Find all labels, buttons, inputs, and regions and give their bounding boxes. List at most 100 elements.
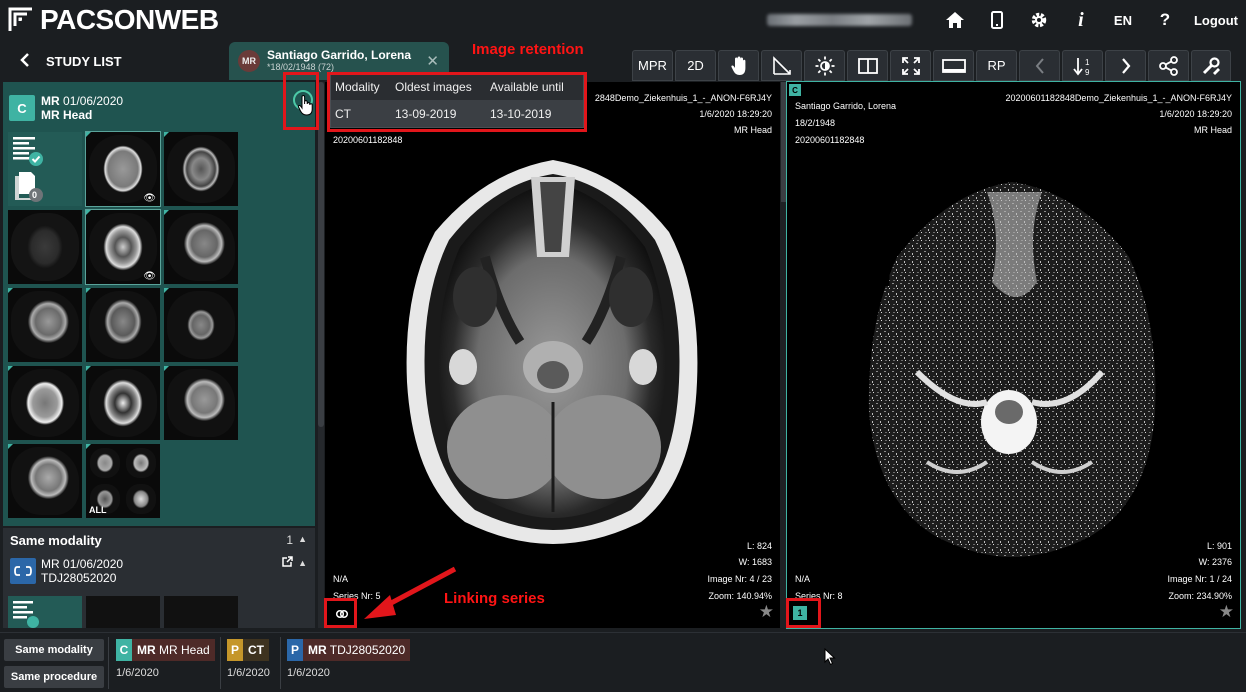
close-tab-icon[interactable]: ✕ (426, 52, 439, 70)
series-thumbnail[interactable]: 👁 (85, 131, 161, 207)
mobile-icon[interactable] (976, 0, 1018, 40)
chip-text: MR TDJ28052020 (303, 643, 410, 657)
logo-mark-icon (8, 7, 32, 31)
same-modality-count: 1 (286, 533, 293, 547)
annotation-box-clock (283, 72, 319, 130)
logout-link[interactable]: Logout (1194, 13, 1238, 28)
collapse-caret-icon[interactable]: ▲ (298, 534, 307, 544)
help-icon[interactable]: ? (1144, 0, 1186, 40)
chip-badge: C (116, 639, 132, 661)
contrast-icon[interactable] (804, 50, 845, 81)
fullscreen-icon[interactable] (890, 50, 931, 81)
logo[interactable]: PACSONWEB (6, 4, 219, 36)
study-list-back-button[interactable]: STUDY LIST (0, 42, 228, 80)
chip-badge: P (287, 639, 303, 661)
overlay-level: L: 824 (746, 541, 772, 551)
study-chip[interactable]: P CT (227, 639, 269, 661)
svg-text:1: 1 (1085, 58, 1090, 67)
favorite-star-icon[interactable]: ★ (759, 602, 774, 622)
gear-icon[interactable] (1018, 0, 1060, 40)
pan-hand-icon[interactable] (718, 50, 759, 81)
linked-study-icon (10, 558, 36, 584)
series-thumbnail[interactable] (86, 596, 160, 628)
series-thumbnail[interactable] (8, 288, 82, 362)
study-chip[interactable]: P MR TDJ28052020 (287, 639, 411, 661)
favorite-star-icon[interactable]: ★ (1219, 602, 1234, 622)
tools-icon[interactable] (1191, 50, 1231, 81)
study-chip[interactable]: C MR MR Head (116, 639, 215, 661)
2d-button[interactable]: 2D (675, 50, 716, 81)
same-procedure-button[interactable]: Same procedure (4, 666, 104, 688)
overlay-window: W: 2376 (1198, 557, 1232, 567)
mri-image-axial (406, 160, 698, 544)
chevron-right-icon[interactable] (1105, 50, 1146, 81)
series-thumbnail[interactable] (164, 288, 238, 362)
measure-tool-icon[interactable] (761, 50, 802, 81)
overlay-study-desc: MR Head (733, 125, 772, 135)
logo-text: PACSONWEB (40, 4, 219, 35)
series-thumbnail[interactable]: 👁 (85, 209, 161, 285)
study-date: 01/06/2020 (63, 94, 124, 108)
chevron-left-icon (20, 50, 40, 73)
divider (108, 637, 109, 689)
bottom-bar: Same modality Same procedure C MR MR Hea… (0, 632, 1246, 692)
viewport-current-badge: C (789, 84, 801, 96)
overlay-patient-id: 20200601182848Demo_Ziekenhuis_1_-_ANON-F… (1005, 93, 1232, 103)
series-thumbnail[interactable] (164, 210, 238, 284)
study-header[interactable]: C MR 01/06/2020 MR Head (3, 82, 315, 130)
annotation-arrow-icon (364, 566, 457, 619)
overlay-window: W: 1683 (738, 557, 772, 567)
language-selector[interactable]: EN (1102, 13, 1144, 28)
related-study-modality-date: MR 01/06/2020 (41, 557, 123, 571)
eye-icon: 👁 (143, 193, 156, 204)
series-thumbnail[interactable] (8, 366, 82, 440)
mpr-button[interactable]: MPR (632, 50, 673, 81)
related-report-cell[interactable] (8, 596, 82, 628)
viewport-left[interactable]: 2848Demo_Ziekenhuis_1_-_ANON-F6RJ4Y 1/6/… (325, 82, 780, 628)
collapse-caret-icon[interactable]: ▲ (298, 558, 307, 568)
chip-modality: MR (137, 643, 156, 657)
chip-desc: MR Head (159, 643, 210, 657)
study-panel: C MR 01/06/2020 MR Head 0 👁 👁 ALL (3, 82, 315, 526)
viewer-toolbar: MPR 2D RP 19 (632, 50, 1233, 81)
sort-descending-icon[interactable]: 19 (1062, 50, 1103, 81)
rp-button[interactable]: RP (976, 50, 1017, 81)
study-current-badge: C (9, 95, 35, 121)
overlay-na: N/A (795, 574, 811, 584)
overlay-datetime: 1/6/2020 18:29:20 (699, 109, 772, 119)
divider (220, 637, 221, 689)
same-modality-button[interactable]: Same modality (4, 639, 104, 661)
series-thumbnail[interactable] (8, 444, 82, 518)
report-document-cell[interactable]: 0 (8, 132, 82, 206)
home-icon[interactable] (934, 0, 976, 40)
series-thumbnail[interactable] (164, 132, 238, 206)
open-external-icon[interactable] (282, 556, 293, 570)
app-root: PACSONWEB i EN ? Logout STUDY LIST MR Sa… (0, 0, 1246, 692)
series-thumbnail[interactable] (164, 596, 238, 628)
overlay-patient-id: 2848Demo_Ziekenhuis_1_-_ANON-F6RJ4Y (594, 93, 772, 103)
documents-count: 0 (32, 190, 38, 200)
all-series-thumbnail[interactable]: ALL (86, 444, 160, 518)
chip-badge: P (227, 639, 243, 661)
viewport-right[interactable]: C Santiago Garrido, Lorena 18/2/1948 202… (786, 81, 1241, 629)
series-thumbnail[interactable] (86, 288, 160, 362)
patient-name: Santiago Garrido, Lorena (267, 48, 412, 62)
mouse-cursor-icon (824, 647, 836, 666)
chip-text: MR MR Head (132, 643, 215, 657)
info-icon[interactable]: i (1060, 0, 1102, 40)
panel-scrollbar[interactable] (318, 82, 324, 628)
chevron-left-icon[interactable] (1019, 50, 1060, 81)
series-thumbnail[interactable] (86, 366, 160, 440)
viewport-scrollbar[interactable] (780, 82, 787, 628)
related-study-description: TDJ28052020 (41, 571, 117, 585)
series-thumbnail[interactable] (8, 210, 82, 284)
study-list-label: STUDY LIST (46, 53, 122, 69)
share-icon[interactable] (1148, 50, 1189, 81)
eye-icon: 👁 (143, 271, 156, 282)
overlay-toggle-icon[interactable] (933, 50, 974, 81)
annotation-box-badge (786, 598, 821, 628)
study-modality: MR (41, 94, 60, 108)
series-thumbnail[interactable] (164, 366, 238, 440)
overlay-image-nr: Image Nr: 1 / 24 (1167, 574, 1232, 584)
layout-split-icon[interactable] (847, 50, 888, 81)
